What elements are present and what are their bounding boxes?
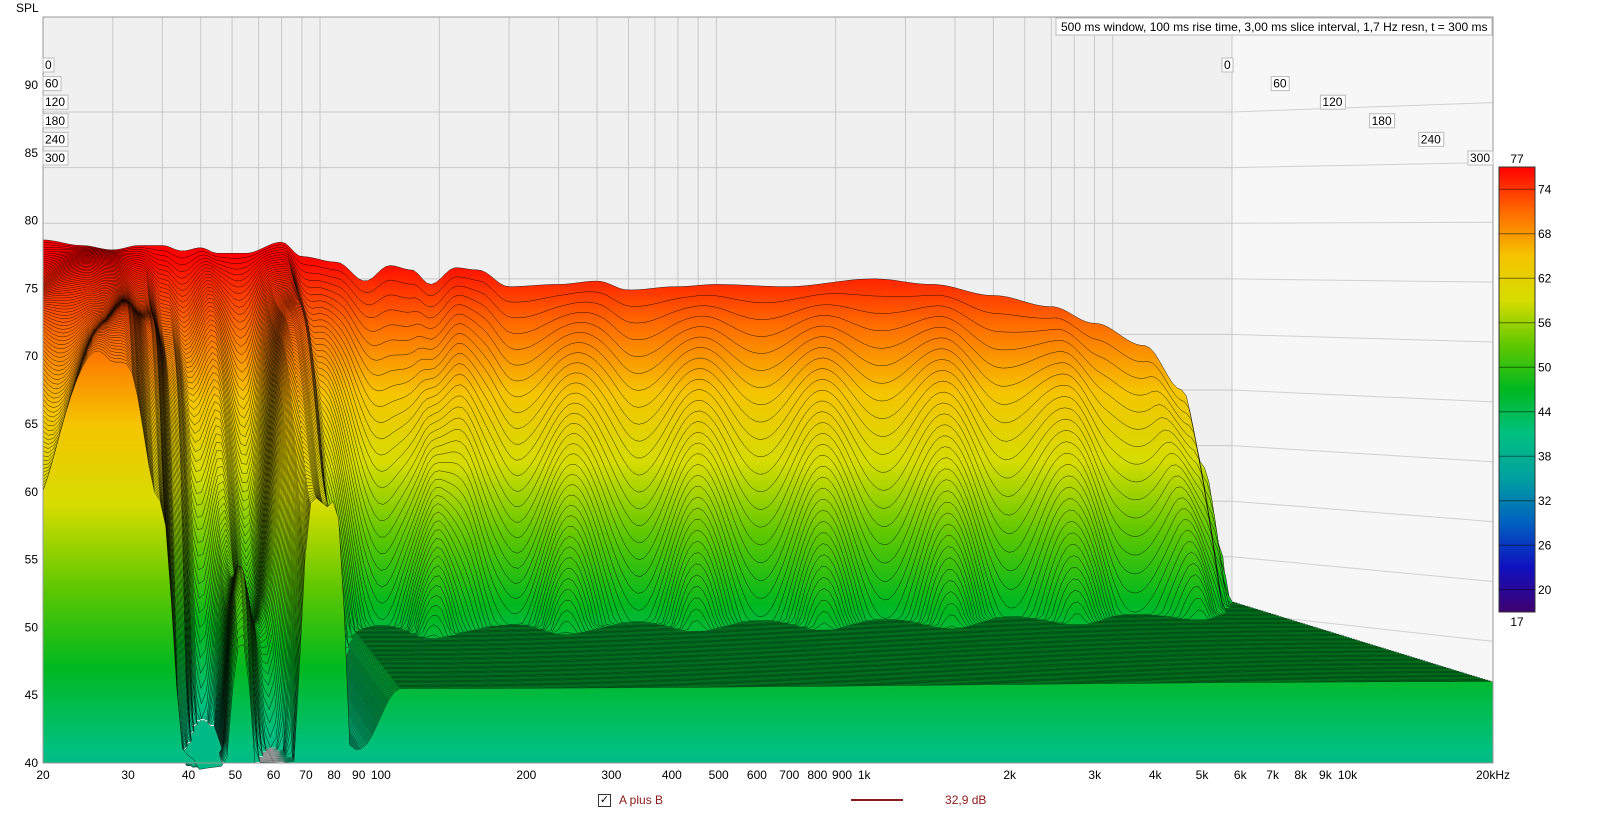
x-tick-label: 90 xyxy=(352,768,366,782)
colorbar-tick-label: 44 xyxy=(1538,405,1552,419)
time-label-left: 60 xyxy=(45,77,59,91)
time-label-right: 120 xyxy=(1322,95,1342,109)
x-tick-label: 50 xyxy=(229,768,243,782)
y-tick-label: 55 xyxy=(25,553,39,567)
x-tick-label: 30 xyxy=(121,768,135,782)
time-label-right: 240 xyxy=(1421,132,1441,146)
colorbar-tick-label: 62 xyxy=(1538,271,1552,285)
x-tick-label: 70 xyxy=(299,768,313,782)
x-tick-label: 700 xyxy=(779,768,799,782)
y-tick-label: 50 xyxy=(25,620,39,634)
y-tick-label: 65 xyxy=(25,417,39,431)
time-label-right: 60 xyxy=(1273,77,1287,91)
series-value: 32,9 dB xyxy=(945,793,987,807)
colorbar-tick-label: 50 xyxy=(1538,360,1552,374)
series-checkbox[interactable]: ✓ xyxy=(598,793,611,807)
colorbar-tick-label: 56 xyxy=(1538,316,1552,330)
x-tick-label: 80 xyxy=(327,768,341,782)
y-tick-label: 60 xyxy=(25,485,39,499)
colorbar-tick-label: 68 xyxy=(1538,227,1552,241)
x-tick-label: 60 xyxy=(267,768,281,782)
x-tick-label: 600 xyxy=(747,768,767,782)
time-label-left: 240 xyxy=(45,132,65,146)
x-tick-label: 4k xyxy=(1149,768,1163,782)
colorbar-tick-label: 74 xyxy=(1538,182,1552,196)
time-label-left: 120 xyxy=(45,95,65,109)
x-tick-label: 300 xyxy=(601,768,621,782)
y-tick-label: 40 xyxy=(25,756,39,770)
colorbar-tick-label: 20 xyxy=(1538,583,1552,597)
colorbar-tick-label: 38 xyxy=(1538,449,1552,463)
time-label-right: 300 xyxy=(1470,151,1490,165)
x-tick-label: 20kHz xyxy=(1476,768,1510,782)
y-tick-label: 80 xyxy=(25,214,39,228)
y-tick-label: 70 xyxy=(25,349,39,363)
x-tick-label: 9k xyxy=(1319,768,1333,782)
x-tick-label: 500 xyxy=(709,768,729,782)
x-tick-label: 800 xyxy=(807,768,827,782)
series-line-swatch xyxy=(851,799,904,801)
x-tick-label: 400 xyxy=(662,768,682,782)
x-tick-label: 200 xyxy=(516,768,536,782)
x-tick-label: 100 xyxy=(371,768,391,782)
plot-area: 20 30 40 50 60 70 80 90 100 200 300 400 500 600 700 800… xyxy=(16,1,1552,782)
time-label-left: 300 xyxy=(45,151,65,165)
waterfall-chart: 20 30 40 50 60 70 80 90 100 200 300 400 500 600 700 800… xyxy=(0,0,1606,834)
y-tick-label: 90 xyxy=(25,78,39,92)
x-tick-label: 40 xyxy=(182,768,196,782)
x-tick-label: 6k xyxy=(1234,768,1248,782)
y-axis-label: SPL xyxy=(16,1,39,15)
series-name: A plus B xyxy=(619,793,664,807)
x-tick-label: 8k xyxy=(1294,768,1308,782)
legend: ✓ A plus B 32,9 dB xyxy=(598,791,986,809)
colorbar-tick-label: 17 xyxy=(1510,615,1524,629)
x-tick-label: 900 xyxy=(832,768,852,782)
colorbar-tick-label: 77 xyxy=(1510,152,1524,166)
y-tick-label: 45 xyxy=(25,688,39,702)
colorbar-tick-label: 26 xyxy=(1538,538,1552,552)
x-tick-label: 5k xyxy=(1196,768,1210,782)
x-tick-label: 10k xyxy=(1338,768,1358,782)
colorbar-tick-label: 32 xyxy=(1538,494,1552,508)
x-tick-label: 1k xyxy=(858,768,872,782)
y-tick-label: 85 xyxy=(25,146,39,160)
x-tick-label: 20 xyxy=(36,768,50,782)
time-label-right: 180 xyxy=(1372,114,1392,128)
x-tick-label: 3k xyxy=(1088,768,1102,782)
time-label-right: 0 xyxy=(1224,58,1231,72)
x-tick-label: 7k xyxy=(1266,768,1280,782)
x-tick-label: 2k xyxy=(1003,768,1017,782)
y-tick-label: 75 xyxy=(25,281,39,295)
time-label-left: 0 xyxy=(45,58,52,72)
chart-title: 500 ms window, 100 ms rise time, 3,00 ms… xyxy=(1061,20,1488,34)
time-label-left: 180 xyxy=(45,114,65,128)
